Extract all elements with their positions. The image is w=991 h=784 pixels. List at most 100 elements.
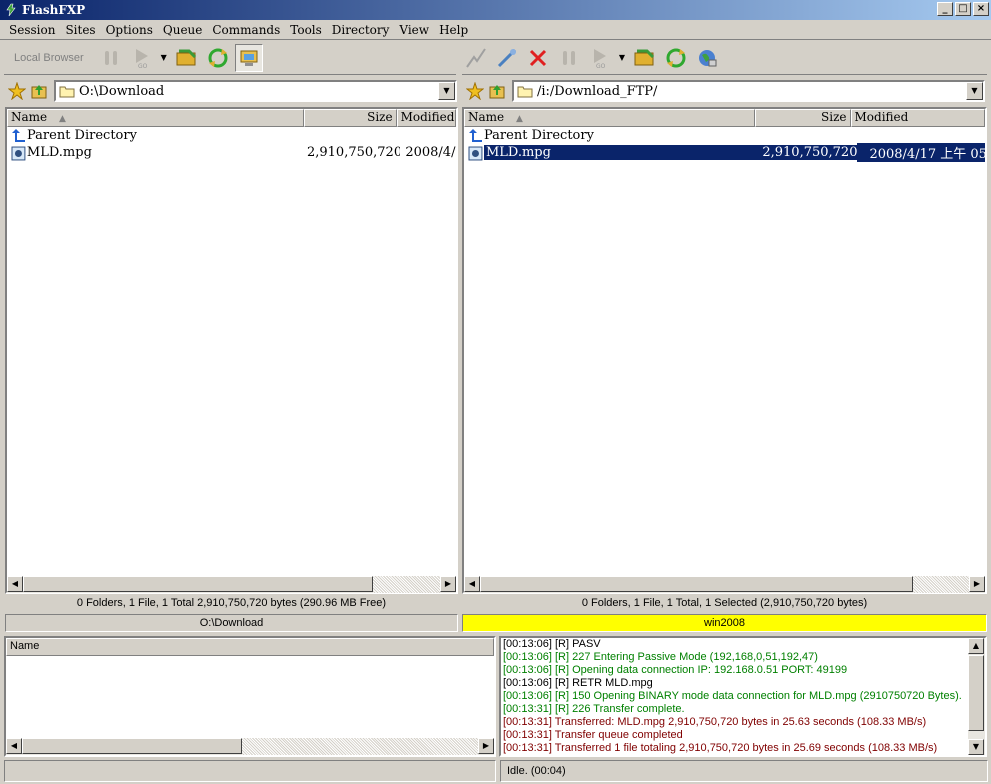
connect-button[interactable] xyxy=(462,44,490,72)
parent-directory-row[interactable]: Parent Directory xyxy=(464,127,985,144)
left-path-combo[interactable]: O:\Download ▼ xyxy=(54,80,457,102)
favorites-star-button-remote[interactable] xyxy=(464,80,486,102)
scrollbar-track[interactable] xyxy=(913,576,969,593)
connect-lightning-icon xyxy=(466,47,486,68)
favorites-star-button[interactable] xyxy=(6,80,28,102)
refresh-button-remote[interactable] xyxy=(662,44,690,72)
pause-button-remote[interactable] xyxy=(555,44,583,72)
scroll-left-button[interactable]: ◀ xyxy=(6,738,22,754)
local-view-button[interactable] xyxy=(234,43,263,72)
scroll-down-button[interactable]: ▼ xyxy=(968,739,984,755)
scroll-right-button[interactable]: ▶ xyxy=(478,738,494,754)
menu-view[interactable]: View xyxy=(394,23,434,37)
column-size[interactable]: Size xyxy=(754,109,851,127)
queue-horizontal-scrollbar[interactable]: ◀ ▶ xyxy=(6,738,494,755)
transfer-arrow-icon: GO xyxy=(135,48,148,69)
right-path-text: /i:/Download_FTP/ xyxy=(537,83,658,99)
compare-button-remote[interactable] xyxy=(631,44,659,72)
file-size: 2,910,750,720 xyxy=(757,145,858,160)
menu-commands[interactable]: Commands xyxy=(207,23,285,37)
remote-site-status: win2008 xyxy=(462,614,987,632)
scrollbar-track[interactable] xyxy=(242,738,478,755)
local-file-list[interactable]: Name ▲ Size Modified Parent Directory ML… xyxy=(5,107,458,594)
folder-up-icon xyxy=(489,85,505,99)
scrollbar-thumb[interactable] xyxy=(23,576,373,592)
log-vertical-scrollbar[interactable]: ▲ ▼ xyxy=(968,638,985,755)
remote-horizontal-scrollbar[interactable]: ◀ ▶ xyxy=(464,576,985,593)
up-folder-button-remote[interactable] xyxy=(486,80,508,102)
left-address-bar: O:\Download ▼ xyxy=(6,77,457,105)
column-size[interactable]: Size xyxy=(303,109,397,127)
log-line: [00:13:06] [R] 227 Entering Passive Mode… xyxy=(503,651,818,663)
file-name: MLD.mpg xyxy=(483,145,758,160)
scroll-right-button[interactable]: ▶ xyxy=(969,576,985,592)
folder-up-icon xyxy=(31,85,47,99)
globe-icon xyxy=(699,49,717,66)
quick-connect-button[interactable] xyxy=(493,44,521,72)
minimize-button[interactable]: _ xyxy=(937,2,953,16)
media-file-icon xyxy=(11,146,26,160)
parent-directory-row[interactable]: Parent Directory xyxy=(7,127,456,144)
refresh-icon xyxy=(208,48,228,67)
queue-column-name[interactable]: Name xyxy=(6,638,494,656)
file-row[interactable]: MLD.mpg 2,910,750,720 2008/4/1 xyxy=(7,144,456,161)
pause-icon xyxy=(563,50,575,65)
close-window-button[interactable]: × xyxy=(973,2,989,16)
menu-options[interactable]: Options xyxy=(101,23,158,37)
log-line: [00:13:06] [R] RETR MLD.mpg xyxy=(503,677,653,689)
scrollbar-thumb[interactable] xyxy=(480,576,913,592)
log-line: [00:13:31] Transfer queue completed xyxy=(503,729,683,741)
log-line: [00:13:31] [R] 226 Transfer complete. xyxy=(503,703,685,715)
transfer-button-remote[interactable]: GO xyxy=(586,44,614,72)
star-icon xyxy=(466,82,484,100)
menu-session[interactable]: Session xyxy=(0,23,60,37)
right-path-combo[interactable]: /i:/Download_FTP/ ▼ xyxy=(512,80,985,102)
compare-button[interactable] xyxy=(173,44,201,72)
column-name-label: Name xyxy=(11,110,48,124)
close-icon xyxy=(529,49,547,66)
scrollbar-track[interactable] xyxy=(373,576,440,593)
site-manager-button[interactable] xyxy=(693,44,721,72)
log-line: [00:13:06] [R] Opening data connection I… xyxy=(503,664,848,676)
list-header: Name ▲ Size Modified xyxy=(7,109,456,127)
column-name[interactable]: Name ▲ xyxy=(464,109,755,127)
local-horizontal-scrollbar[interactable]: ◀ ▶ xyxy=(7,576,456,593)
menu-tools[interactable]: Tools xyxy=(285,23,327,37)
chevron-down-icon[interactable]: ▼ xyxy=(617,53,627,62)
disconnect-button[interactable] xyxy=(524,44,552,72)
up-folder-button[interactable] xyxy=(28,80,50,102)
chevron-down-icon[interactable]: ▼ xyxy=(966,82,983,100)
local-browser-button[interactable]: Local Browser xyxy=(4,44,94,72)
transfer-button[interactable]: GO xyxy=(128,44,156,72)
menu-directory[interactable]: Directory xyxy=(327,23,395,37)
maximize-button[interactable]: □ xyxy=(955,2,971,16)
column-modified[interactable]: Modified xyxy=(850,109,985,127)
column-name[interactable]: Name ▲ xyxy=(7,109,304,127)
scroll-left-button[interactable]: ◀ xyxy=(464,576,480,592)
status-text: Idle. (00:04) xyxy=(500,760,988,782)
log-line: [00:13:31] Transferred: MLD.mpg 2,910,75… xyxy=(503,716,927,728)
chevron-down-icon[interactable]: ▼ xyxy=(438,82,455,100)
local-browser-label: Local Browser xyxy=(14,51,84,64)
refresh-button[interactable] xyxy=(204,44,232,72)
folder-icon xyxy=(59,86,75,98)
chevron-down-icon[interactable]: ▼ xyxy=(159,53,169,62)
media-file-icon xyxy=(468,146,483,160)
scroll-up-button[interactable]: ▲ xyxy=(968,638,984,654)
column-modified[interactable]: Modified xyxy=(396,109,456,127)
scroll-left-button[interactable]: ◀ xyxy=(7,576,23,592)
session-log[interactable]: [00:13:06] [R] PASV [00:13:06] [R] 227 En… xyxy=(499,636,987,757)
menu-help[interactable]: Help xyxy=(434,23,473,37)
scrollbar-thumb[interactable] xyxy=(22,738,242,754)
sort-ascending-icon: ▲ xyxy=(515,114,523,124)
remote-file-list[interactable]: Name ▲ Size Modified Parent Directory ML… xyxy=(462,107,987,594)
menu-queue[interactable]: Queue xyxy=(158,23,208,37)
menu-sites[interactable]: Sites xyxy=(60,23,100,37)
file-row[interactable]: MLD.mpg 2,910,750,720 2008/4/17 上午 05:50 xyxy=(464,143,985,162)
transfer-queue[interactable]: Name ◀ ▶ xyxy=(4,636,496,757)
svg-text:GO: GO xyxy=(138,63,148,69)
scrollbar-thumb[interactable] xyxy=(968,655,984,731)
log-lines: [00:13:06] [R] PASV [00:13:06] [R] 227 En… xyxy=(501,638,985,755)
scroll-right-button[interactable]: ▶ xyxy=(440,576,456,592)
pause-button[interactable] xyxy=(97,44,125,72)
